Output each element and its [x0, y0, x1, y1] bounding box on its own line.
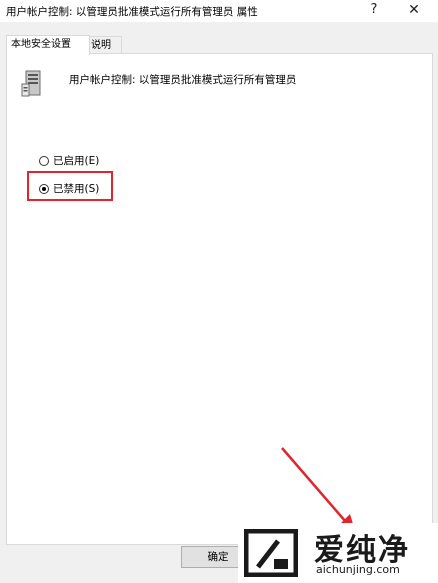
- tab-panel: 用户帐户控制: 以管理员批准模式运行所有管理员 已启用(E) 已禁用(S): [6, 53, 433, 545]
- enabled-radio[interactable]: [39, 155, 49, 166]
- tab-local-security-setting[interactable]: 本地安全设置: [6, 35, 90, 55]
- help-button[interactable]: ?: [363, 1, 385, 19]
- server-policy-icon: [21, 70, 41, 97]
- enabled-label: 已启用(E): [53, 155, 100, 167]
- dialog-body: 本地安全设置 说明 用户帐户控制: 以管理员批准模式运行所有管理员 已启用(E)…: [0, 22, 438, 583]
- policy-name-label: 用户帐户控制: 以管理员批准模式运行所有管理员: [69, 74, 297, 86]
- disabled-option[interactable]: 已禁用(S): [39, 181, 99, 196]
- close-button[interactable]: ✕: [403, 1, 425, 19]
- tab-explain[interactable]: 说明: [86, 36, 122, 54]
- window-title: 用户帐户控制: 以管理员批准模式运行所有管理员 属性: [6, 6, 258, 18]
- disabled-label: 已禁用(S): [53, 183, 100, 195]
- disabled-radio[interactable]: [39, 183, 49, 194]
- title-bar: 用户帐户控制: 以管理员批准模式运行所有管理员 属性 ? ✕: [0, 0, 438, 22]
- enabled-option[interactable]: 已启用(E): [39, 153, 99, 168]
- brand-logo-icon: [244, 529, 298, 577]
- watermark: 爱纯净 aichunjing.com: [238, 523, 438, 583]
- brand-url: aichunjing.com: [316, 563, 400, 576]
